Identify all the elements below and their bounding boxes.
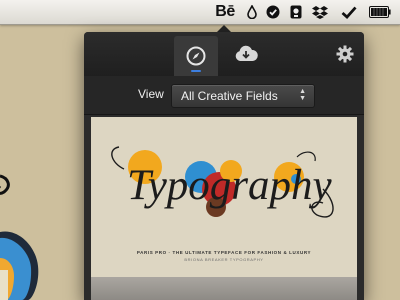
app-icon[interactable] (288, 0, 304, 24)
project-subline: BRIONA BREAKER TYPOGRAPHY (184, 257, 264, 262)
behance-popover: View All Creative Fields ▲ ▼ Typography P… (84, 32, 364, 300)
menu-bar: Bē (0, 0, 400, 25)
view-label: View (138, 87, 164, 101)
select-value: All Creative Fields (181, 89, 278, 103)
select-arrows-icon: ▲ ▼ (299, 88, 306, 102)
active-tab-indicator (191, 70, 201, 72)
gear-icon (336, 45, 354, 63)
project-tagline: PARIS PRO · THE ULTIMATE TYPEFACE FOR FA… (136, 250, 312, 255)
project-card[interactable]: Typography PARIS PRO · THE ULTIMATE TYPE… (91, 117, 357, 300)
checkmark-icon[interactable] (340, 0, 358, 24)
shield-check-icon[interactable] (264, 0, 282, 24)
project-cover-image: Typography (111, 146, 334, 218)
battery-icon[interactable] (368, 0, 392, 24)
compass-icon (186, 46, 206, 66)
behance-icon[interactable]: Bē (212, 0, 238, 24)
cloud-download-icon (235, 45, 258, 61)
creative-fields-select[interactable]: All Creative Fields ▲ ▼ (171, 84, 315, 108)
next-project-card[interactable] (91, 277, 357, 300)
tab-discover[interactable] (174, 36, 218, 76)
drop-icon[interactable] (244, 0, 260, 24)
settings-button[interactable] (330, 38, 360, 70)
dropbox-icon[interactable] (310, 0, 330, 24)
project-feed[interactable]: Typography PARIS PRO · THE ULTIMATE TYPE… (84, 115, 364, 300)
tab-download[interactable] (228, 36, 264, 72)
filter-bar: View All Creative Fields ▲ ▼ (84, 76, 364, 115)
typography-title-art: Typography (127, 162, 333, 209)
popover-toolbar (84, 32, 364, 77)
